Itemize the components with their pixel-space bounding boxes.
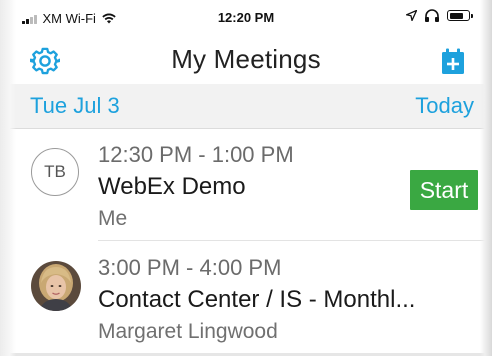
start-meeting-button[interactable]: Start [410,170,478,210]
meeting-time: 3:00 PM - 4:00 PM [98,255,282,280]
meeting-title: WebEx Demo [98,173,246,200]
meeting-host: Me [98,207,128,230]
row-divider [98,240,492,241]
status-bar: XM Wi-Fi 12:20 PM [0,0,492,36]
nav-bar: My Meetings [0,36,492,85]
date-label: Tue Jul 3 [30,93,120,118]
meeting-list-item[interactable]: 3:00 PM - 4:00 PM Contact Center / IS - … [0,242,492,354]
headphones-icon [425,9,439,22]
meeting-time: 12:30 PM - 1:00 PM [98,142,294,167]
calendar-add-icon [442,48,464,74]
date-header: Tue Jul 3 Today [0,84,492,129]
device-frame-left [0,0,16,356]
meeting-list-item[interactable]: TB 12:30 PM - 1:00 PM WebEx Demo Me Star… [0,129,492,241]
page-title: My Meetings [171,44,321,74]
avatar [31,261,81,311]
meeting-host: Margaret Lingwood [98,320,278,343]
battery-icon [447,10,473,21]
avatar: TB [31,148,79,196]
schedule-meeting-button[interactable] [438,46,468,76]
user-photo-icon [31,261,81,311]
location-arrow-icon [406,10,417,21]
meeting-title: Contact Center / IS - Monthl... [98,286,416,313]
today-button[interactable]: Today [415,93,474,119]
app-screen: XM Wi-Fi 12:20 PM My Meetings Tue Jul 3 … [0,0,492,356]
device-frame-right [480,0,492,356]
status-right [406,9,473,22]
